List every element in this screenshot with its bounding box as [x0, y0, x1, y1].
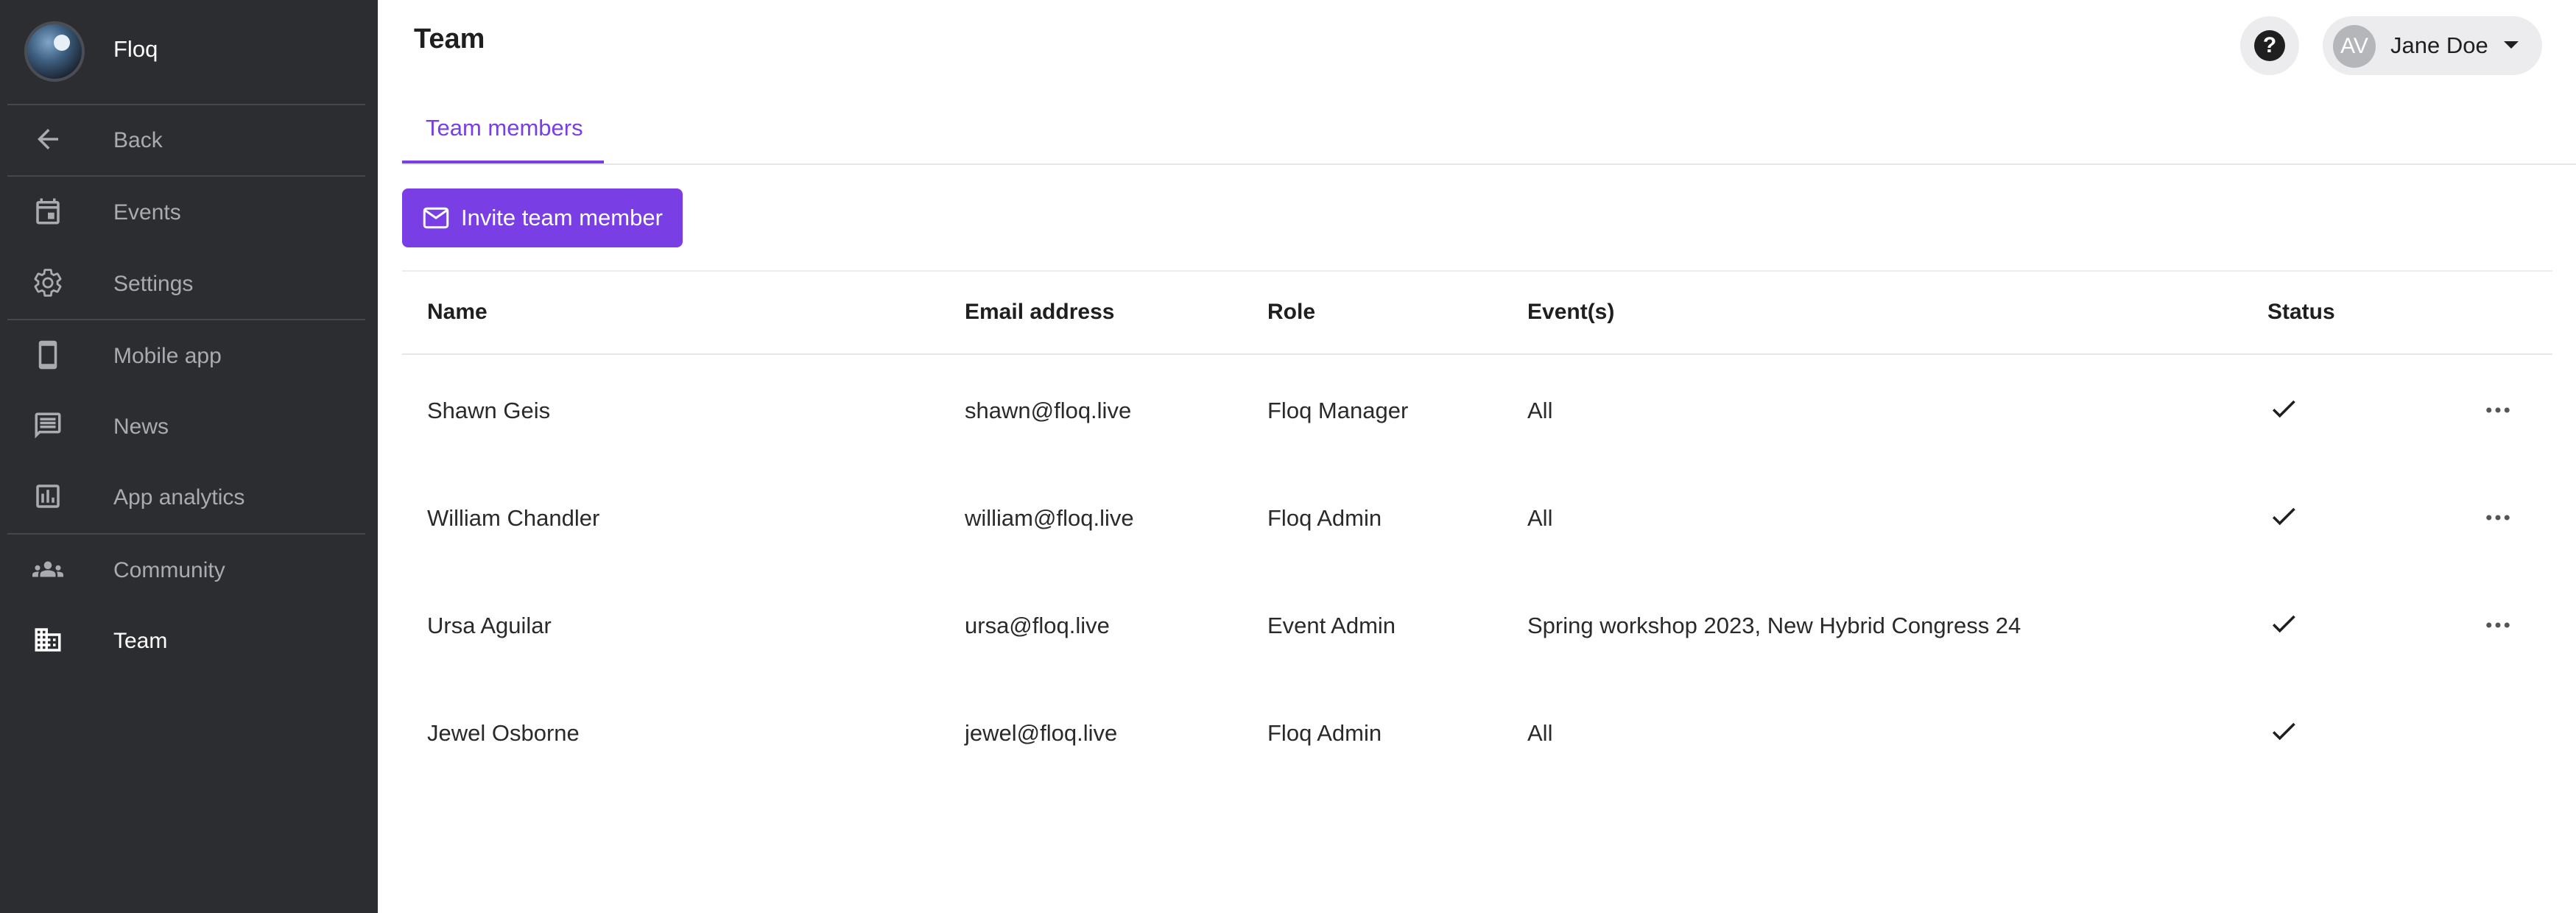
bar-chart-icon [32, 481, 63, 512]
sidebar-divider [7, 533, 365, 535]
group-icon [32, 554, 63, 585]
member-events: Spring workshop 2023, New Hybrid Congres… [1527, 613, 2021, 638]
sidebar-item-label: Community [113, 558, 225, 582]
more-options-button[interactable] [2480, 395, 2516, 426]
member-email: william@floq.live [965, 505, 1134, 531]
check-icon [2268, 608, 2299, 639]
sidebar-item-community[interactable]: Community [0, 536, 378, 602]
chevron-down-icon [2504, 41, 2519, 49]
user-menu[interactable]: AV Jane Doe [2323, 16, 2542, 75]
member-events: All [1527, 398, 1553, 423]
building-icon [32, 624, 63, 655]
tab-team-members[interactable]: Team members [402, 103, 604, 163]
more-horizontal-icon [2486, 515, 2510, 521]
sidebar-item-label: Settings [113, 272, 194, 296]
brand-name: Floq [113, 36, 158, 62]
sidebar-item-label: Events [113, 200, 181, 225]
table-header: Name Email address Role Event(s) Status [402, 272, 2552, 355]
member-role: Floq Admin [1267, 720, 1382, 746]
sidebar-item-label: Mobile app [113, 344, 222, 368]
user-name: Jane Doe [2390, 32, 2488, 58]
more-options-button[interactable] [2480, 610, 2516, 641]
invite-button-label: Invite team member [461, 205, 663, 230]
sidebar-divider [7, 175, 365, 177]
floq-logo [24, 21, 85, 82]
sidebar-item-app-analytics[interactable]: App analytics [0, 463, 378, 529]
mail-icon [423, 206, 449, 230]
sidebar-item-back[interactable]: Back [0, 106, 378, 172]
member-role: Event Admin [1267, 613, 1396, 638]
page-title: Team [414, 24, 485, 54]
sidebar-item-settings[interactable]: Settings [0, 250, 378, 316]
tab-label: Team members [426, 115, 583, 141]
chat-message-icon [32, 410, 63, 441]
column-header-name[interactable]: Name [427, 300, 488, 325]
member-name: William Chandler [427, 505, 600, 531]
member-email: jewel@floq.live [965, 720, 1118, 746]
check-icon [2268, 393, 2299, 424]
member-role: Floq Manager [1267, 398, 1409, 423]
table-row[interactable]: Shawn Geis shawn@floq.live Floq Manager … [402, 356, 2552, 464]
tabs-divider [402, 163, 2576, 165]
arrow-back-icon [32, 124, 63, 155]
member-role: Floq Admin [1267, 505, 1382, 531]
member-name: Shawn Geis [427, 398, 551, 423]
member-email: ursa@floq.live [965, 613, 1110, 638]
sidebar-item-label: App analytics [113, 485, 245, 510]
column-header-email[interactable]: Email address [965, 300, 1114, 325]
help-icon: ? [2254, 30, 2285, 61]
sidebar-item-label: Team [113, 629, 168, 653]
more-options-button[interactable] [2480, 502, 2516, 533]
member-name: Ursa Aguilar [427, 613, 552, 638]
sidebar-item-news[interactable]: News [0, 392, 378, 459]
check-icon [2268, 501, 2299, 532]
sidebar: Floq Back Events Settings Mobile app New… [0, 0, 378, 913]
brand: Floq [0, 0, 378, 105]
gear-icon [32, 267, 63, 298]
member-email: shawn@floq.live [965, 398, 1132, 423]
calendar-icon [32, 196, 63, 227]
table-row[interactable]: Ursa Aguilar ursa@floq.live Event Admin … [402, 571, 2552, 679]
sidebar-divider [7, 319, 365, 320]
sidebar-item-team[interactable]: Team [0, 607, 378, 673]
column-header-events[interactable]: Event(s) [1527, 300, 1614, 325]
table-row[interactable]: Jewel Osborne jewel@floq.live Floq Admin… [402, 679, 2552, 786]
smartphone-icon [32, 339, 63, 370]
member-events: All [1527, 720, 1553, 746]
check-icon [2268, 716, 2299, 747]
help-button[interactable]: ? [2240, 16, 2299, 75]
sidebar-item-mobile-app[interactable]: Mobile app [0, 322, 378, 388]
avatar: AV [2333, 25, 2376, 68]
member-name: Jewel Osborne [427, 720, 580, 746]
more-horizontal-icon [2486, 622, 2510, 628]
sidebar-item-events[interactable]: Events [0, 178, 378, 244]
column-header-role[interactable]: Role [1267, 300, 1315, 325]
member-events: All [1527, 505, 1553, 531]
column-header-status[interactable]: Status [2267, 300, 2335, 325]
invite-team-member-button[interactable]: Invite team member [402, 188, 683, 247]
table-row[interactable]: William Chandler william@floq.live Floq … [402, 464, 2552, 571]
sidebar-item-label: News [113, 415, 169, 439]
more-horizontal-icon [2486, 407, 2510, 413]
sidebar-item-label: Back [113, 128, 163, 152]
sidebar-divider [7, 104, 365, 105]
